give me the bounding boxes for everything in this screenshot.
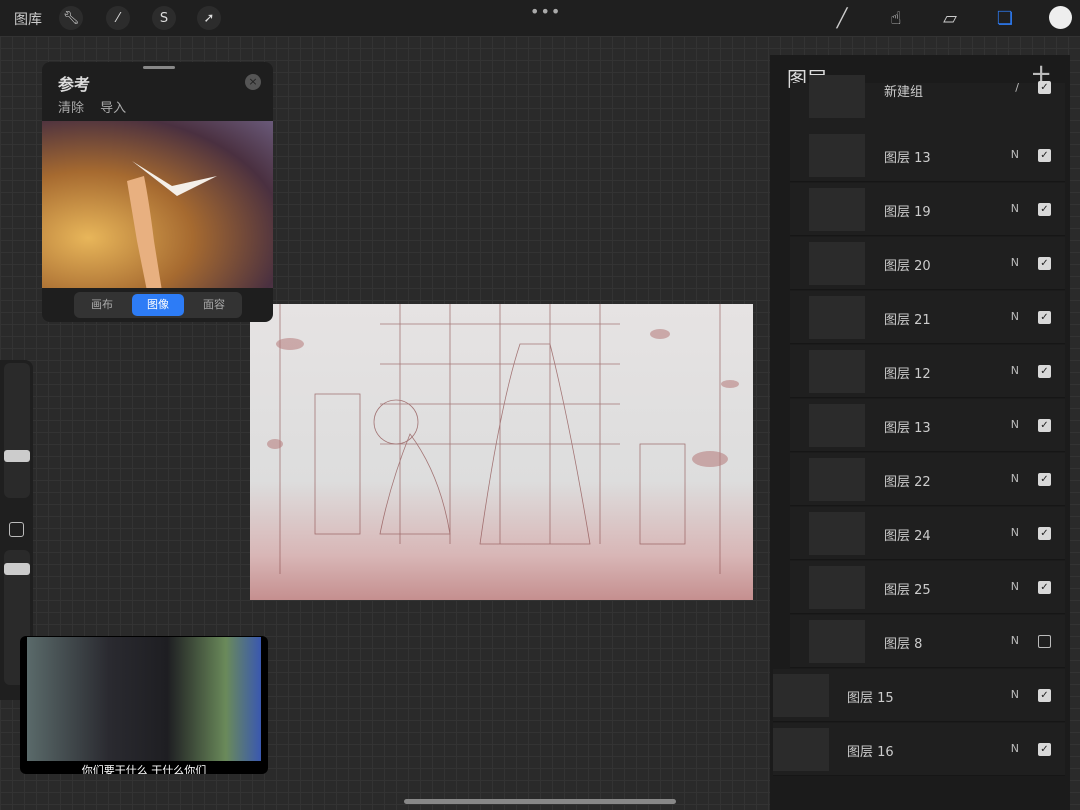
- reference-image: [42, 121, 273, 291]
- layer-row[interactable]: 新建组 / ✓: [790, 75, 1065, 135]
- layer-visibility-checkbox[interactable]: ✓: [1038, 81, 1051, 94]
- layer-row[interactable]: 图层 16 N ✓: [773, 723, 1065, 776]
- blend-mode-button[interactable]: N: [1011, 634, 1019, 647]
- layer-row[interactable]: 图层 22 N ✓: [790, 453, 1065, 506]
- layer-visibility-checkbox[interactable]: ✓: [1038, 527, 1051, 540]
- more-menu[interactable]: •••: [530, 2, 561, 21]
- layer-name: 图层 13: [884, 151, 931, 166]
- layer-name: 图层 24: [884, 529, 931, 544]
- reference-panel: 参考 × 清除 导入 画布 图像 面容: [42, 62, 273, 322]
- blend-mode-button[interactable]: N: [1011, 148, 1019, 161]
- layer-name: 图层 25: [884, 583, 931, 598]
- layer-visibility-checkbox[interactable]: ✓: [1038, 689, 1051, 702]
- layer-visibility-checkbox[interactable]: [1038, 635, 1051, 648]
- blend-mode-button[interactable]: N: [1011, 418, 1019, 431]
- reference-title: 参考: [58, 75, 91, 94]
- layer-name: 新建组: [884, 85, 924, 100]
- layer-name: 图层 12: [884, 367, 931, 382]
- layer-thumbnail: [809, 512, 865, 555]
- tab-canvas[interactable]: 画布: [76, 294, 128, 316]
- layer-visibility-checkbox[interactable]: ✓: [1038, 419, 1051, 432]
- layer-name: 图层 15: [847, 691, 894, 706]
- layer-row[interactable]: 图层 24 N ✓: [790, 507, 1065, 560]
- layer-row[interactable]: 图层 8 N: [790, 615, 1065, 668]
- layer-thumbnail: [809, 350, 865, 393]
- layer-name: 图层 13: [884, 421, 931, 436]
- layer-name: 图层 19: [884, 205, 931, 220]
- layer-thumbnail: [809, 404, 865, 447]
- layers-panel: 图层 + 新建组 / ✓ 图层 13 N ✓ 图层 19 N ✓ 图层 20 N…: [770, 55, 1070, 810]
- layer-thumbnail: [773, 674, 829, 717]
- layers-icon[interactable]: ❏: [993, 6, 1017, 30]
- opacity-handle[interactable]: [4, 563, 30, 575]
- layer-name: 图层 8: [884, 637, 923, 652]
- layer-row[interactable]: 图层 13 N ✓: [790, 399, 1065, 452]
- blend-mode-button[interactable]: N: [1011, 742, 1019, 755]
- smudge-icon[interactable]: ☝︎: [884, 6, 908, 30]
- layer-visibility-checkbox[interactable]: ✓: [1038, 473, 1051, 486]
- layer-thumbnail: [809, 134, 865, 177]
- canvas-artwork[interactable]: [250, 304, 753, 600]
- layer-thumbnail: [809, 620, 865, 663]
- layer-visibility-checkbox[interactable]: ✓: [1038, 149, 1051, 162]
- layer-thumbnail: [809, 242, 865, 285]
- blend-mode-button[interactable]: /: [1015, 81, 1019, 94]
- layer-row[interactable]: 图层 12 N ✓: [790, 345, 1065, 398]
- layer-row[interactable]: 图层 20 N ✓: [790, 237, 1065, 290]
- transform-arrow-icon[interactable]: ➚: [197, 6, 221, 30]
- tab-face[interactable]: 面容: [188, 294, 240, 316]
- artwork-drawing: [267, 304, 739, 574]
- layer-name: 图层 16: [847, 745, 894, 760]
- magic-wand-icon[interactable]: ⁄: [106, 6, 130, 30]
- selection-icon[interactable]: S: [152, 6, 176, 30]
- brush-size-slider[interactable]: [4, 363, 30, 498]
- brush-icon[interactable]: ╱: [830, 6, 854, 30]
- clear-button[interactable]: 清除: [58, 101, 84, 116]
- layer-thumbnail: [773, 728, 829, 771]
- layer-thumbnail: [809, 458, 865, 501]
- blend-mode-button[interactable]: N: [1011, 526, 1019, 539]
- layer-visibility-checkbox[interactable]: ✓: [1038, 311, 1051, 324]
- layer-thumbnail: [809, 188, 865, 231]
- layer-visibility-checkbox[interactable]: ✓: [1038, 257, 1051, 270]
- layer-name: 图层 22: [884, 475, 931, 490]
- tab-image[interactable]: 图像: [132, 294, 184, 316]
- layer-thumbnail: [809, 75, 865, 118]
- blend-mode-button[interactable]: N: [1011, 688, 1019, 701]
- blend-mode-button[interactable]: N: [1011, 256, 1019, 269]
- layer-visibility-checkbox[interactable]: ✓: [1038, 365, 1051, 378]
- blend-mode-button[interactable]: N: [1011, 310, 1019, 323]
- layer-visibility-checkbox[interactable]: ✓: [1038, 743, 1051, 756]
- layer-thumbnail: [809, 296, 865, 339]
- drag-handle[interactable]: [143, 66, 175, 69]
- import-button[interactable]: 导入: [100, 101, 126, 116]
- layer-row[interactable]: 图层 13 N ✓: [790, 129, 1065, 182]
- blend-mode-button[interactable]: N: [1011, 364, 1019, 377]
- wrench-icon[interactable]: 🔧︎: [59, 6, 83, 30]
- layer-visibility-checkbox[interactable]: ✓: [1038, 203, 1051, 216]
- reference-mode-tabs: 画布 图像 面容: [74, 292, 242, 318]
- layer-row[interactable]: 图层 15 N ✓: [773, 669, 1065, 722]
- layer-name: 图层 20: [884, 259, 931, 274]
- layer-visibility-checkbox[interactable]: ✓: [1038, 581, 1051, 594]
- layer-thumbnail: [809, 566, 865, 609]
- blend-mode-button[interactable]: N: [1011, 472, 1019, 485]
- home-indicator[interactable]: [404, 799, 676, 804]
- layer-row[interactable]: 图层 25 N ✓: [790, 561, 1065, 614]
- close-icon[interactable]: ×: [245, 74, 261, 90]
- layer-name: 图层 21: [884, 313, 931, 328]
- blend-mode-button[interactable]: N: [1011, 202, 1019, 215]
- video-frame: [27, 637, 261, 761]
- gallery-button[interactable]: 图库: [14, 9, 42, 29]
- blend-mode-button[interactable]: N: [1011, 580, 1019, 593]
- eraser-icon[interactable]: ▱: [938, 6, 962, 30]
- layer-row[interactable]: 图层 19 N ✓: [790, 183, 1065, 236]
- top-toolbar: 图库 🔧︎ ⁄ S ➚ ••• ╱ ☝︎ ▱ ❏: [0, 0, 1080, 36]
- eyedropper-button[interactable]: [9, 522, 24, 537]
- color-picker[interactable]: [1049, 6, 1072, 29]
- video-overlay[interactable]: 你们要干什么 干什么你们: [20, 636, 268, 774]
- brush-size-handle[interactable]: [4, 450, 30, 462]
- layer-row[interactable]: 图层 21 N ✓: [790, 291, 1065, 344]
- video-subtitle: 你们要干什么 干什么你们: [81, 764, 207, 774]
